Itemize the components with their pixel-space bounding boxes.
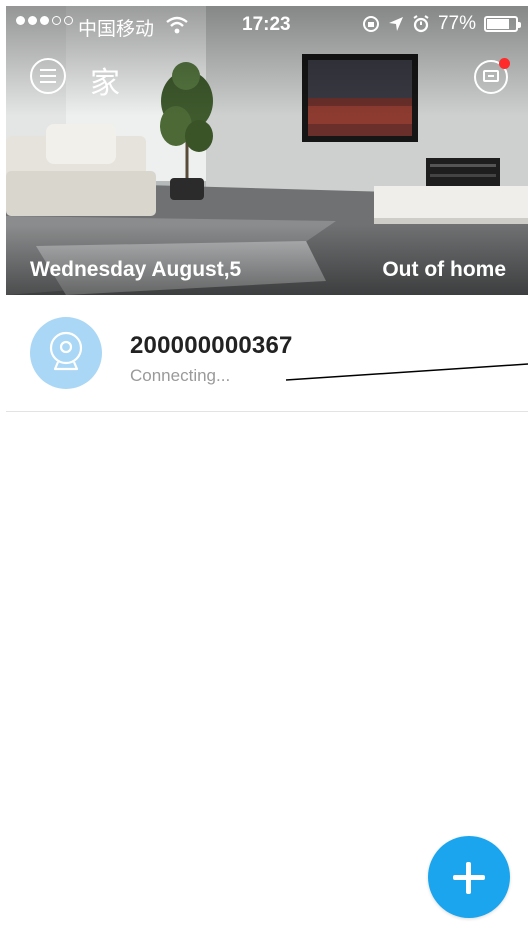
alarm-icon bbox=[413, 15, 429, 33]
location-arrow-icon bbox=[388, 17, 403, 31]
menu-button[interactable] bbox=[30, 58, 66, 94]
status-bar: 中国移动 17:23 77% bbox=[6, 6, 528, 46]
message-icon bbox=[483, 70, 499, 82]
camera-icon bbox=[49, 331, 83, 371]
status-time: 17:23 bbox=[242, 14, 291, 35]
signal-dots-icon bbox=[16, 16, 73, 25]
device-name: 200000000367 bbox=[130, 332, 293, 359]
current-date: Wednesday August,5 bbox=[30, 258, 242, 281]
carrier-name: 中国移动 bbox=[78, 19, 155, 40]
orientation-lock-icon bbox=[362, 16, 379, 32]
device-status: Connecting... bbox=[130, 366, 231, 385]
notification-badge bbox=[499, 58, 510, 69]
battery-percent: 77% bbox=[437, 13, 476, 34]
app-screen: 中国移动 17:23 77% 家 Wednesday August,5 Out … bbox=[6, 6, 528, 933]
add-device-button[interactable] bbox=[428, 836, 510, 918]
header-banner: 中国移动 17:23 77% 家 Wednesday August,5 Out … bbox=[6, 6, 528, 295]
home-mode-toggle[interactable]: Out of home bbox=[382, 258, 506, 282]
device-avatar bbox=[30, 317, 102, 389]
status-right-group: 77% bbox=[362, 13, 521, 35]
menu-icon bbox=[40, 69, 56, 71]
messages-button[interactable] bbox=[474, 58, 510, 94]
page-title: 家 bbox=[90, 67, 120, 100]
device-list-item[interactable]: 200000000367 Connecting... bbox=[6, 295, 528, 412]
battery-icon bbox=[484, 16, 521, 32]
wifi-icon bbox=[166, 16, 188, 34]
